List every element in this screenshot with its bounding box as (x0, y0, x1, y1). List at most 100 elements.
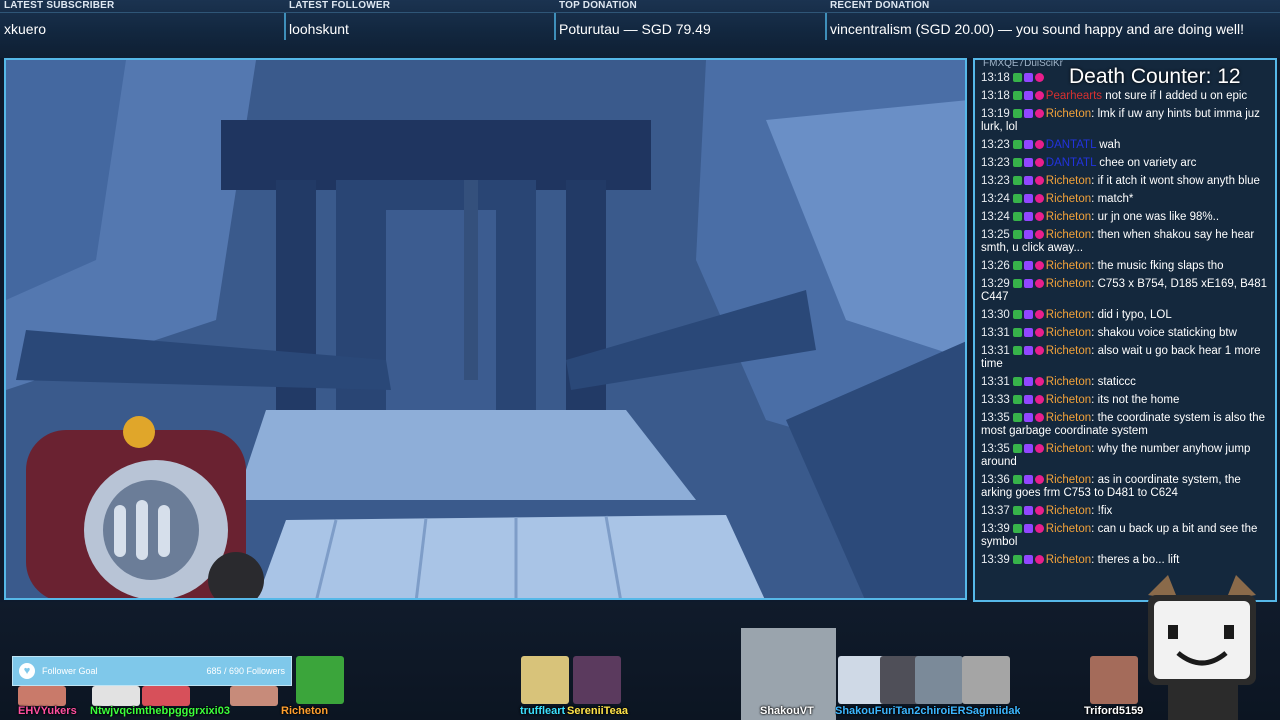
chat-username[interactable]: Pearhearts (1046, 90, 1102, 102)
chat-username[interactable]: DANTATL (1046, 139, 1096, 151)
chat-badge-icon (1012, 346, 1022, 355)
chat-username[interactable]: Richeton (1046, 193, 1091, 205)
chat-badge-icon (1034, 194, 1044, 203)
avatar (142, 686, 190, 706)
avatar (18, 686, 66, 706)
chat-badge-icon (1023, 261, 1033, 270)
chat-text: also wait u go back hear 1 more time (981, 345, 1261, 370)
chat-badge-icon (1023, 413, 1033, 422)
chat-badge-icon (1012, 91, 1022, 100)
chat-badge-icon (1034, 109, 1044, 118)
chat-text: its not the home (1097, 394, 1180, 406)
chat-timestamp: 13:33 (981, 394, 1010, 406)
chat-badge-icon (1034, 261, 1044, 270)
chat-badge-icon (1034, 555, 1044, 564)
chat-badge-icon (1012, 261, 1022, 270)
chat-username[interactable]: Richeton (1046, 345, 1091, 357)
chat-text: shakou voice staticking btw (1097, 327, 1237, 339)
chat-panel[interactable]: FMXQE7DuiSciKr 13:18 13:18 Pearhearts not … (973, 58, 1277, 602)
chat-username[interactable]: Richeton (1046, 394, 1091, 406)
chat-username[interactable]: Richeton (1046, 260, 1091, 272)
chat-username[interactable]: Richeton (1046, 505, 1091, 517)
chat-timestamp: 13:23 (981, 175, 1010, 187)
avatar (962, 656, 1010, 704)
ticker-value: vincentralism (SGD 20.00) — you sound ha… (830, 21, 1244, 37)
chat-text: ur jn one was like 98%.. (1097, 211, 1220, 223)
chat-clipped-text: FMXQE7DuiSciKr (983, 58, 1064, 69)
chat-text: staticcc (1097, 376, 1136, 388)
chat-badge-icon (1034, 377, 1044, 386)
chat-text: !fix (1097, 505, 1113, 517)
chat-username[interactable]: Richeton (1046, 523, 1091, 535)
chat-timestamp: 13:23 (981, 157, 1010, 169)
chat-username[interactable]: Richeton (1046, 278, 1091, 290)
chat-badge-icon (1012, 176, 1022, 185)
ticker-value: loohskunt (289, 21, 349, 37)
viewer-name: ShakouVT (760, 705, 814, 717)
game-scene (6, 60, 965, 598)
chat-text: lmk if uw any hints but imma juz lurk, l… (981, 108, 1260, 133)
chat-username[interactable]: Richeton (1046, 412, 1091, 424)
chat-timestamp: 13:26 (981, 260, 1010, 272)
chat-username[interactable]: Richeton (1046, 175, 1091, 187)
chat-username[interactable]: Richeton (1046, 211, 1091, 223)
chat-message: 13:35 Richeton: why the number anyhow jum… (981, 443, 1275, 469)
avatar (230, 686, 278, 706)
chat-badge-icon (1023, 346, 1033, 355)
chat-badge-icon (1012, 158, 1022, 167)
chat-badge-icon (1034, 73, 1044, 82)
game-capture-frame[interactable] (4, 58, 967, 600)
ticker-label: LATEST SUBSCRIBER (4, 0, 115, 11)
chat-message: 13:37 Richeton: !fix (981, 505, 1275, 518)
chat-badge-icon (1034, 176, 1044, 185)
chat-badge-icon (1023, 230, 1033, 239)
chat-timestamp: 13:25 (981, 229, 1010, 241)
chat-text: not sure if I added u on epic (1105, 90, 1248, 102)
latest-follower: LATEST FOLLOWER loohskunt (285, 0, 555, 58)
stream-ticker-bar: LATEST SUBSCRIBER xkuero LATEST FOLLOWER… (0, 0, 1280, 58)
chat-username[interactable]: Richeton (1046, 229, 1091, 241)
chat-timestamp: 13:29 (981, 278, 1010, 290)
chat-text: did i typo, LOL (1097, 309, 1172, 321)
chat-username[interactable]: Richeton (1046, 309, 1091, 321)
chat-username[interactable]: Richeton (1046, 376, 1091, 388)
chat-badge-icon (1034, 475, 1044, 484)
chat-timestamp: 13:31 (981, 327, 1010, 339)
avatar (92, 686, 140, 706)
chat-badge-icon (1012, 109, 1022, 118)
chat-message: 13:23 DANTATL wah (981, 139, 1275, 152)
chat-timestamp: 13:24 (981, 211, 1010, 223)
chat-badge-icon (1034, 413, 1044, 422)
chat-message: 13:24 Richeton: match* (981, 193, 1275, 206)
chat-badge-icon (1034, 230, 1044, 239)
chat-message: 13:39 Richeton: can u back up a bit and s… (981, 523, 1275, 549)
chat-text: the music fking slaps tho (1097, 260, 1224, 272)
chat-timestamp: 13:35 (981, 412, 1010, 424)
gate-beam (221, 120, 651, 190)
viewer-name: Ntwjvqcimthebpgggrxixi03 (90, 705, 230, 717)
chat-username[interactable]: Richeton (1046, 108, 1091, 120)
chat-timestamp: 13:23 (981, 139, 1010, 151)
chat-badge-icon (1023, 73, 1033, 82)
chat-badge-icon (1023, 91, 1033, 100)
chat-username[interactable]: Richeton (1046, 554, 1091, 566)
avatar (573, 656, 621, 704)
chat-badge-icon (1023, 524, 1033, 533)
chat-badge-icon (1023, 158, 1033, 167)
chat-timestamp: 13:35 (981, 443, 1010, 455)
chat-username[interactable]: Richeton (1046, 443, 1091, 455)
chat-username[interactable]: DANTATL (1046, 157, 1096, 169)
chat-username[interactable]: Richeton (1046, 327, 1091, 339)
chat-badge-icon (1023, 176, 1033, 185)
top-donation: TOP DONATION Poturutau — SGD 79.49 (555, 0, 825, 58)
chat-badge-icon (1034, 346, 1044, 355)
chat-message: 13:36 Richeton: as in coordinate system, … (981, 474, 1275, 500)
chat-timestamp: 13:39 (981, 523, 1010, 535)
chat-message: 13:24 Richeton: ur jn one was like 98%.. (981, 211, 1275, 224)
chat-username[interactable]: Richeton (1046, 474, 1091, 486)
follower-goal-bar: ♥ Follower Goal 685 / 690 Followers (12, 656, 292, 686)
chat-badge-icon (1012, 140, 1022, 149)
chat-timestamp: 13:18 (981, 90, 1010, 102)
chat-badge-icon (1023, 212, 1033, 221)
viewer-name: truffleart (520, 705, 566, 717)
